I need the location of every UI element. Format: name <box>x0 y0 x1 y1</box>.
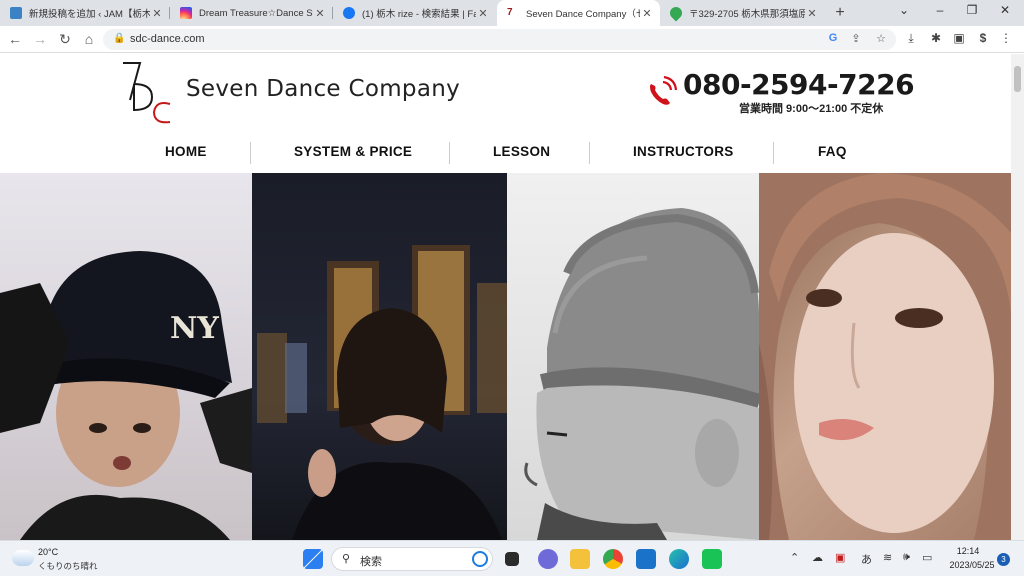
search-label: 検索 <box>360 556 382 568</box>
extension-s-icon[interactable]: $ <box>975 31 991 45</box>
chrome-icon[interactable] <box>603 549 623 569</box>
site-favicon-icon: 7 <box>507 7 513 18</box>
tab-4-active[interactable]: 7 Seven Dance Company（セブ ✕ <box>497 0 660 26</box>
phone-icon <box>650 75 678 105</box>
instructor-photo-3[interactable] <box>507 173 759 540</box>
restore-icon[interactable]: ❐ <box>960 3 984 17</box>
browser-toolbar: ← → ↻ ⌂ 🔒 sdc-dance.com G ⇪ ☆ ⤓ ✱ ▣ $ ⋮ <box>0 26 1024 53</box>
maps-pin-icon <box>667 4 685 22</box>
windows-taskbar: 20°C くもりのち晴れ ⚲ 検索 ⌃ ☁ ▣ あ ≋ 🕪 ▭ 12:14 20… <box>0 540 1024 576</box>
windows-start-icon[interactable] <box>303 549 323 569</box>
task-view-icon[interactable] <box>505 552 519 566</box>
close-tab-icon[interactable]: ✕ <box>476 7 490 20</box>
google-translate-icon[interactable]: G <box>826 32 840 44</box>
phone-number[interactable]: 080-2594-7226 <box>683 68 915 101</box>
battery-icon[interactable]: ▭ <box>922 551 932 564</box>
instructor-photo-4[interactable] <box>759 173 1011 540</box>
tray-app-icon[interactable]: ▣ <box>835 551 845 564</box>
share-icon[interactable]: ⇪ <box>849 32 863 45</box>
instructor-photo-2[interactable] <box>252 173 507 540</box>
back-icon[interactable]: ← <box>6 31 24 47</box>
instagram-icon <box>180 7 192 19</box>
browser-tab-strip: 新規投稿を追加 ‹ JAM【栃木県 ✕ Dream Treasure☆Dance… <box>0 0 1024 26</box>
svg-text:NY: NY <box>170 311 219 346</box>
nav-divider <box>773 142 774 164</box>
tab-title: (1) 栃木 rize - 検索結果 | Face <box>362 9 476 20</box>
tab-2[interactable]: Dream Treasure☆Dance Studio ✕ <box>170 0 333 26</box>
mail-icon[interactable] <box>636 549 656 569</box>
clock-date[interactable]: 2023/05/25 <box>946 560 998 570</box>
minimize-icon[interactable]: – <box>928 3 952 17</box>
taskbar-search[interactable]: ⚲ 検索 <box>331 547 493 571</box>
tab-search-icon[interactable]: ⌄ <box>892 3 916 17</box>
clock-time[interactable]: 12:14 <box>946 546 990 556</box>
page-scrollbar[interactable] <box>1011 54 1024 540</box>
close-tab-icon[interactable]: ✕ <box>150 7 164 20</box>
nav-divider <box>589 142 590 164</box>
nav-home[interactable]: HOME <box>165 144 207 159</box>
web-page: Seven Dance Company 080-2594-7226 営業時間 9… <box>0 54 1011 540</box>
download-icon[interactable]: ⤓ <box>903 31 919 46</box>
menu-icon[interactable]: ⋮ <box>998 31 1014 45</box>
tab-title: Seven Dance Company（セブ <box>526 9 640 20</box>
side-panel-icon[interactable]: ▣ <box>951 31 967 45</box>
tab-3[interactable]: (1) 栃木 rize - 検索結果 | Face ✕ <box>333 0 496 26</box>
favicon-icon <box>10 7 22 19</box>
nav-lesson[interactable]: LESSON <box>493 144 550 159</box>
main-nav: HOME SYSTEM & PRICE LESSON INSTRUCTORS F… <box>124 139 884 167</box>
hero-gallery: NY <box>0 173 1011 540</box>
tab-title: Dream Treasure☆Dance Studio <box>199 7 313 19</box>
nav-divider <box>250 142 251 164</box>
brand-name[interactable]: Seven Dance Company <box>186 76 460 102</box>
bing-icon[interactable] <box>472 551 488 567</box>
nav-system-price[interactable]: SYSTEM & PRICE <box>294 144 412 159</box>
facebook-icon <box>343 7 355 19</box>
new-tab-button[interactable]: + <box>831 4 849 22</box>
nav-divider <box>449 142 450 164</box>
tab-1[interactable]: 新規投稿を追加 ‹ JAM【栃木県 ✕ <box>0 0 170 26</box>
instructor-photo-1[interactable]: NY <box>0 173 252 540</box>
volume-icon[interactable]: 🕪 <box>903 551 910 564</box>
onedrive-icon[interactable]: ☁ <box>812 551 823 564</box>
address-bar[interactable]: 🔒 sdc-dance.com G ⇪ ☆ <box>103 29 896 50</box>
reload-icon[interactable]: ↻ <box>56 31 74 48</box>
weather-desc[interactable]: くもりのち晴れ <box>38 560 98 572</box>
edge-icon[interactable] <box>669 549 689 569</box>
home-icon[interactable]: ⌂ <box>80 31 98 47</box>
close-tab-icon[interactable]: ✕ <box>640 7 654 20</box>
close-window-icon[interactable]: ✕ <box>993 3 1017 17</box>
tray-overflow-icon[interactable]: ⌃ <box>790 551 799 564</box>
tab-title: 新規投稿を追加 ‹ JAM【栃木県 <box>29 9 150 20</box>
lock-icon[interactable]: 🔒 <box>113 33 125 44</box>
close-tab-icon[interactable]: ✕ <box>805 7 819 20</box>
nav-faq[interactable]: FAQ <box>818 144 847 159</box>
business-hours: 営業時間 9:00～21:00 不定休 <box>739 103 884 115</box>
search-icon: ⚲ <box>342 553 351 565</box>
close-tab-icon[interactable]: ✕ <box>313 7 327 20</box>
teams-chat-icon[interactable] <box>538 549 558 569</box>
file-explorer-icon[interactable] <box>570 549 590 569</box>
weather-temp[interactable]: 20°C <box>38 547 58 557</box>
weather-cloud-icon[interactable] <box>12 550 34 566</box>
tab-5[interactable]: 〒329-2705 栃木県那須塩原 ✕ <box>660 0 825 26</box>
extensions-icon[interactable]: ✱ <box>928 31 944 45</box>
bookmark-star-icon[interactable]: ☆ <box>874 32 888 45</box>
logo-7dc[interactable] <box>120 60 175 126</box>
notification-badge[interactable]: 3 <box>997 553 1010 566</box>
ime-mode[interactable]: あ <box>861 551 872 567</box>
wifi-icon[interactable]: ≋ <box>883 551 892 564</box>
tab-title: 〒329-2705 栃木県那須塩原 <box>689 9 805 20</box>
url-text[interactable]: sdc-dance.com <box>130 33 205 45</box>
forward-icon[interactable]: → <box>31 31 49 47</box>
nav-instructors[interactable]: INSTRUCTORS <box>633 144 734 159</box>
scrollbar-thumb[interactable] <box>1014 66 1021 92</box>
line-app-icon[interactable] <box>702 549 722 569</box>
